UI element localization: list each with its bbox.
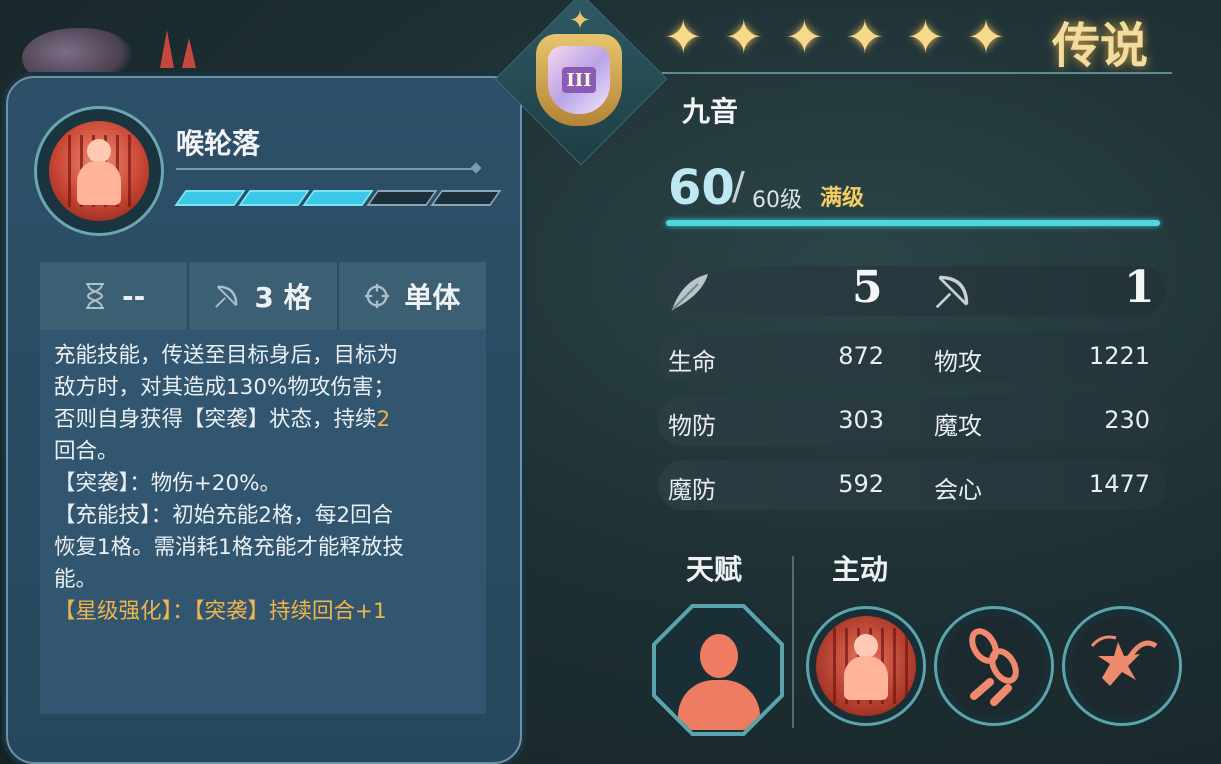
stat-row: 物防 303 魔攻 230 bbox=[658, 396, 1166, 446]
crosshair-icon bbox=[364, 283, 390, 309]
bow-icon bbox=[214, 283, 240, 309]
ability-divider bbox=[792, 556, 794, 728]
stat-label: 会心 bbox=[934, 476, 982, 504]
charge-bar bbox=[174, 190, 502, 206]
crossed-wings-icon: ✦ bbox=[569, 6, 591, 36]
charge-segment-filled bbox=[302, 190, 374, 206]
charge-segment-filled bbox=[238, 190, 310, 206]
stat-value: 303 bbox=[838, 406, 884, 434]
level-max: 60级 bbox=[752, 188, 802, 213]
background-claw bbox=[182, 38, 196, 68]
level-current: 60 bbox=[668, 160, 735, 216]
desc-line: 能。 bbox=[54, 567, 98, 592]
stat-value: 592 bbox=[838, 470, 884, 498]
active-label: 主动 bbox=[832, 553, 889, 586]
desc-line: 充能技能，传送至目标身后，目标为 bbox=[54, 343, 399, 368]
desc-line: 否则自身获得【突袭】状态，持续2 bbox=[54, 407, 391, 432]
star-enhance-line: 【星级强化】：【突袭】持续回合+1 bbox=[54, 599, 387, 624]
cooldown-value: -- bbox=[122, 279, 146, 313]
skill-name: 喉轮落 bbox=[176, 127, 261, 160]
talent-label: 天赋 bbox=[686, 553, 743, 586]
speed-value: 5 bbox=[852, 262, 883, 313]
star-icon: ✦ bbox=[966, 10, 1006, 64]
star-rating: ✦ ✦ ✦ ✦ ✦ ✦ bbox=[664, 8, 1005, 66]
star-icon: ✦ bbox=[785, 10, 824, 64]
desc-line: 回合。 bbox=[54, 439, 119, 464]
hourglass-icon bbox=[82, 283, 108, 309]
star-icon: ✦ bbox=[906, 10, 945, 64]
star-icon: ✦ bbox=[664, 10, 703, 64]
stat-row: 魔防 592 会心 1477 bbox=[658, 460, 1166, 510]
attack-range-value: 1 bbox=[1124, 262, 1155, 313]
range-cell: 3 格 bbox=[189, 262, 339, 330]
flail-burst-icon bbox=[1072, 616, 1172, 716]
active-skill-slot[interactable] bbox=[934, 606, 1054, 726]
talent-slot[interactable] bbox=[652, 604, 784, 736]
charge-segment-empty bbox=[366, 190, 438, 206]
max-level-badge: 满级 bbox=[820, 186, 865, 211]
crystal-shield-icon: III bbox=[548, 46, 610, 114]
star-icon: ✦ bbox=[724, 10, 764, 64]
cooldown-cell: -- bbox=[40, 262, 190, 330]
stat-label: 物攻 bbox=[934, 348, 982, 376]
movement-stats-row bbox=[658, 266, 1166, 316]
skill-detail-card: 喉轮落 -- 3 格 单体 充能技能，传送至目标身后，目标为 敌方时，对其造成1… bbox=[6, 76, 522, 764]
star-icon: ✦ bbox=[845, 10, 885, 64]
feather-icon bbox=[668, 270, 712, 314]
stat-value: 872 bbox=[838, 342, 884, 370]
active-skill-slot[interactable] bbox=[1062, 606, 1182, 726]
desc-line: 【突袭】：物伤+20%。 bbox=[54, 471, 282, 496]
skill-icon-frame bbox=[34, 106, 164, 236]
rarity-label: 传说 bbox=[1052, 18, 1149, 74]
background-claw bbox=[160, 30, 174, 68]
stat-row: 生命 872 物攻 1221 bbox=[658, 332, 1166, 382]
rarity-divider bbox=[662, 72, 1172, 74]
target-value: 单体 bbox=[404, 281, 461, 314]
stat-label: 魔攻 bbox=[934, 412, 982, 440]
stat-label: 魔防 bbox=[668, 476, 716, 504]
active-skill-slot[interactable] bbox=[806, 606, 926, 726]
name-underline bbox=[176, 168, 476, 170]
target-cell: 单体 bbox=[339, 262, 486, 330]
level-progress-bar bbox=[666, 220, 1160, 226]
stat-label: 物防 bbox=[668, 412, 716, 440]
skill-description: 充能技能，传送至目标身后，目标为 敌方时，对其造成130%物攻伤害； 否则自身获… bbox=[40, 330, 486, 714]
bow-icon bbox=[934, 272, 974, 312]
skill-stat-strip: -- 3 格 单体 bbox=[40, 262, 486, 330]
charge-segment-empty bbox=[430, 190, 502, 206]
class-badge: III bbox=[562, 67, 596, 93]
bell-tolling-figure-icon bbox=[49, 121, 149, 221]
desc-line: 恢复1格。需消耗1格充能才能释放技 bbox=[54, 535, 404, 560]
stat-value: 1221 bbox=[1088, 342, 1150, 370]
level-slash: / bbox=[732, 164, 745, 208]
stat-value: 230 bbox=[1104, 406, 1150, 434]
desc-line: 【充能技】：初始充能2格，每2回合 bbox=[54, 503, 394, 528]
stat-value: 1477 bbox=[1088, 470, 1150, 498]
bell-tolling-figure-icon bbox=[816, 616, 916, 716]
broken-chain-icon bbox=[944, 616, 1044, 716]
duration-highlight: 2 bbox=[376, 407, 391, 432]
class-emblem[interactable]: III bbox=[536, 34, 622, 126]
desc-line: 敌方时，对其造成130%物攻伤害； bbox=[54, 375, 395, 400]
stat-label: 生命 bbox=[668, 348, 716, 376]
character-name: 九音 bbox=[682, 95, 739, 128]
range-value: 3 格 bbox=[254, 281, 312, 314]
charge-segment-filled bbox=[174, 190, 246, 206]
bust-silhouette-icon bbox=[656, 608, 780, 732]
